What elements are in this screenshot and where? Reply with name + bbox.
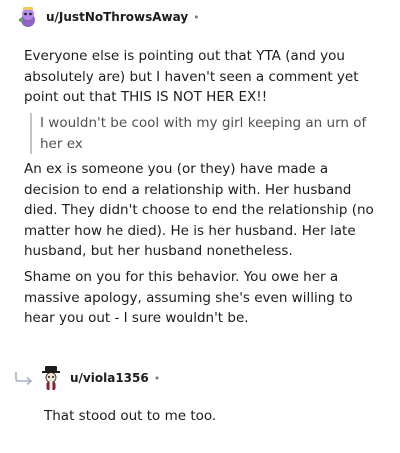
reply-username[interactable]: u/viola1356 [70,371,149,385]
meta-separator: • [193,10,200,24]
comment-username[interactable]: u/JustNoThrowsAway [46,10,188,24]
comment-paragraph-2: An ex is someone you (or they) have made… [24,161,374,259]
comment-paragraph-3: Shame on you for this behavior. You owe … [24,269,353,326]
snoo-avatar-icon [16,5,40,29]
comment-paragraph-1-wrap: Everyone else is pointing out that YTA (… [24,46,384,108]
comment-paragraph-1: Everyone else is pointing out that YTA (… [24,48,359,105]
comment-header: u/JustNoThrowsAway • [16,4,200,30]
reply-text: That stood out to me too. [44,408,217,424]
snoo-hat-avatar-icon [38,365,64,391]
comment-quote: I wouldn't be cool with my girl keeping … [30,113,385,154]
meta-separator: • [153,371,161,385]
reply-header: u/viola1356 • [38,364,160,392]
comment-paragraph-2-wrap: An ex is someone you (or they) have made… [24,159,384,262]
comment-paragraph-3-wrap: Shame on you for this behavior. You owe … [24,267,384,329]
reply-arrow-icon [14,370,36,389]
user-avatar[interactable] [16,5,40,29]
reply-user-avatar[interactable] [38,365,64,391]
